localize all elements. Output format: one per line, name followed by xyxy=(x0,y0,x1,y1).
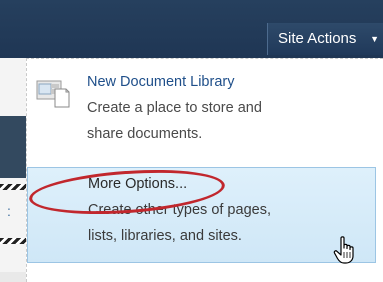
background-text-fragment: : xyxy=(7,203,11,219)
background-hatch-top xyxy=(0,184,26,190)
ribbon-top-bar: Site Actions ▼ xyxy=(0,0,383,58)
background-bottom-block xyxy=(0,272,26,282)
menu-item-description-line2: share documents. xyxy=(87,126,203,142)
site-actions-label: Site Actions xyxy=(278,30,357,47)
site-actions-dropdown-menu: New Document Library Create a place to s… xyxy=(26,58,383,282)
chevron-down-icon: ▼ xyxy=(370,34,379,44)
background-hatch-bottom xyxy=(0,238,26,244)
site-actions-menu-button[interactable]: Site Actions ▼ xyxy=(267,23,383,55)
background-dark-block xyxy=(0,116,26,178)
menu-item-title: New Document Library xyxy=(87,74,235,90)
menu-item-new-document-library[interactable]: New Document Library Create a place to s… xyxy=(27,69,376,167)
hand-pointer-cursor-icon xyxy=(332,235,358,265)
menu-item-description-line1: Create a place to store and xyxy=(87,100,262,116)
document-library-icon xyxy=(35,77,71,111)
page-background-strip: : xyxy=(0,58,26,282)
